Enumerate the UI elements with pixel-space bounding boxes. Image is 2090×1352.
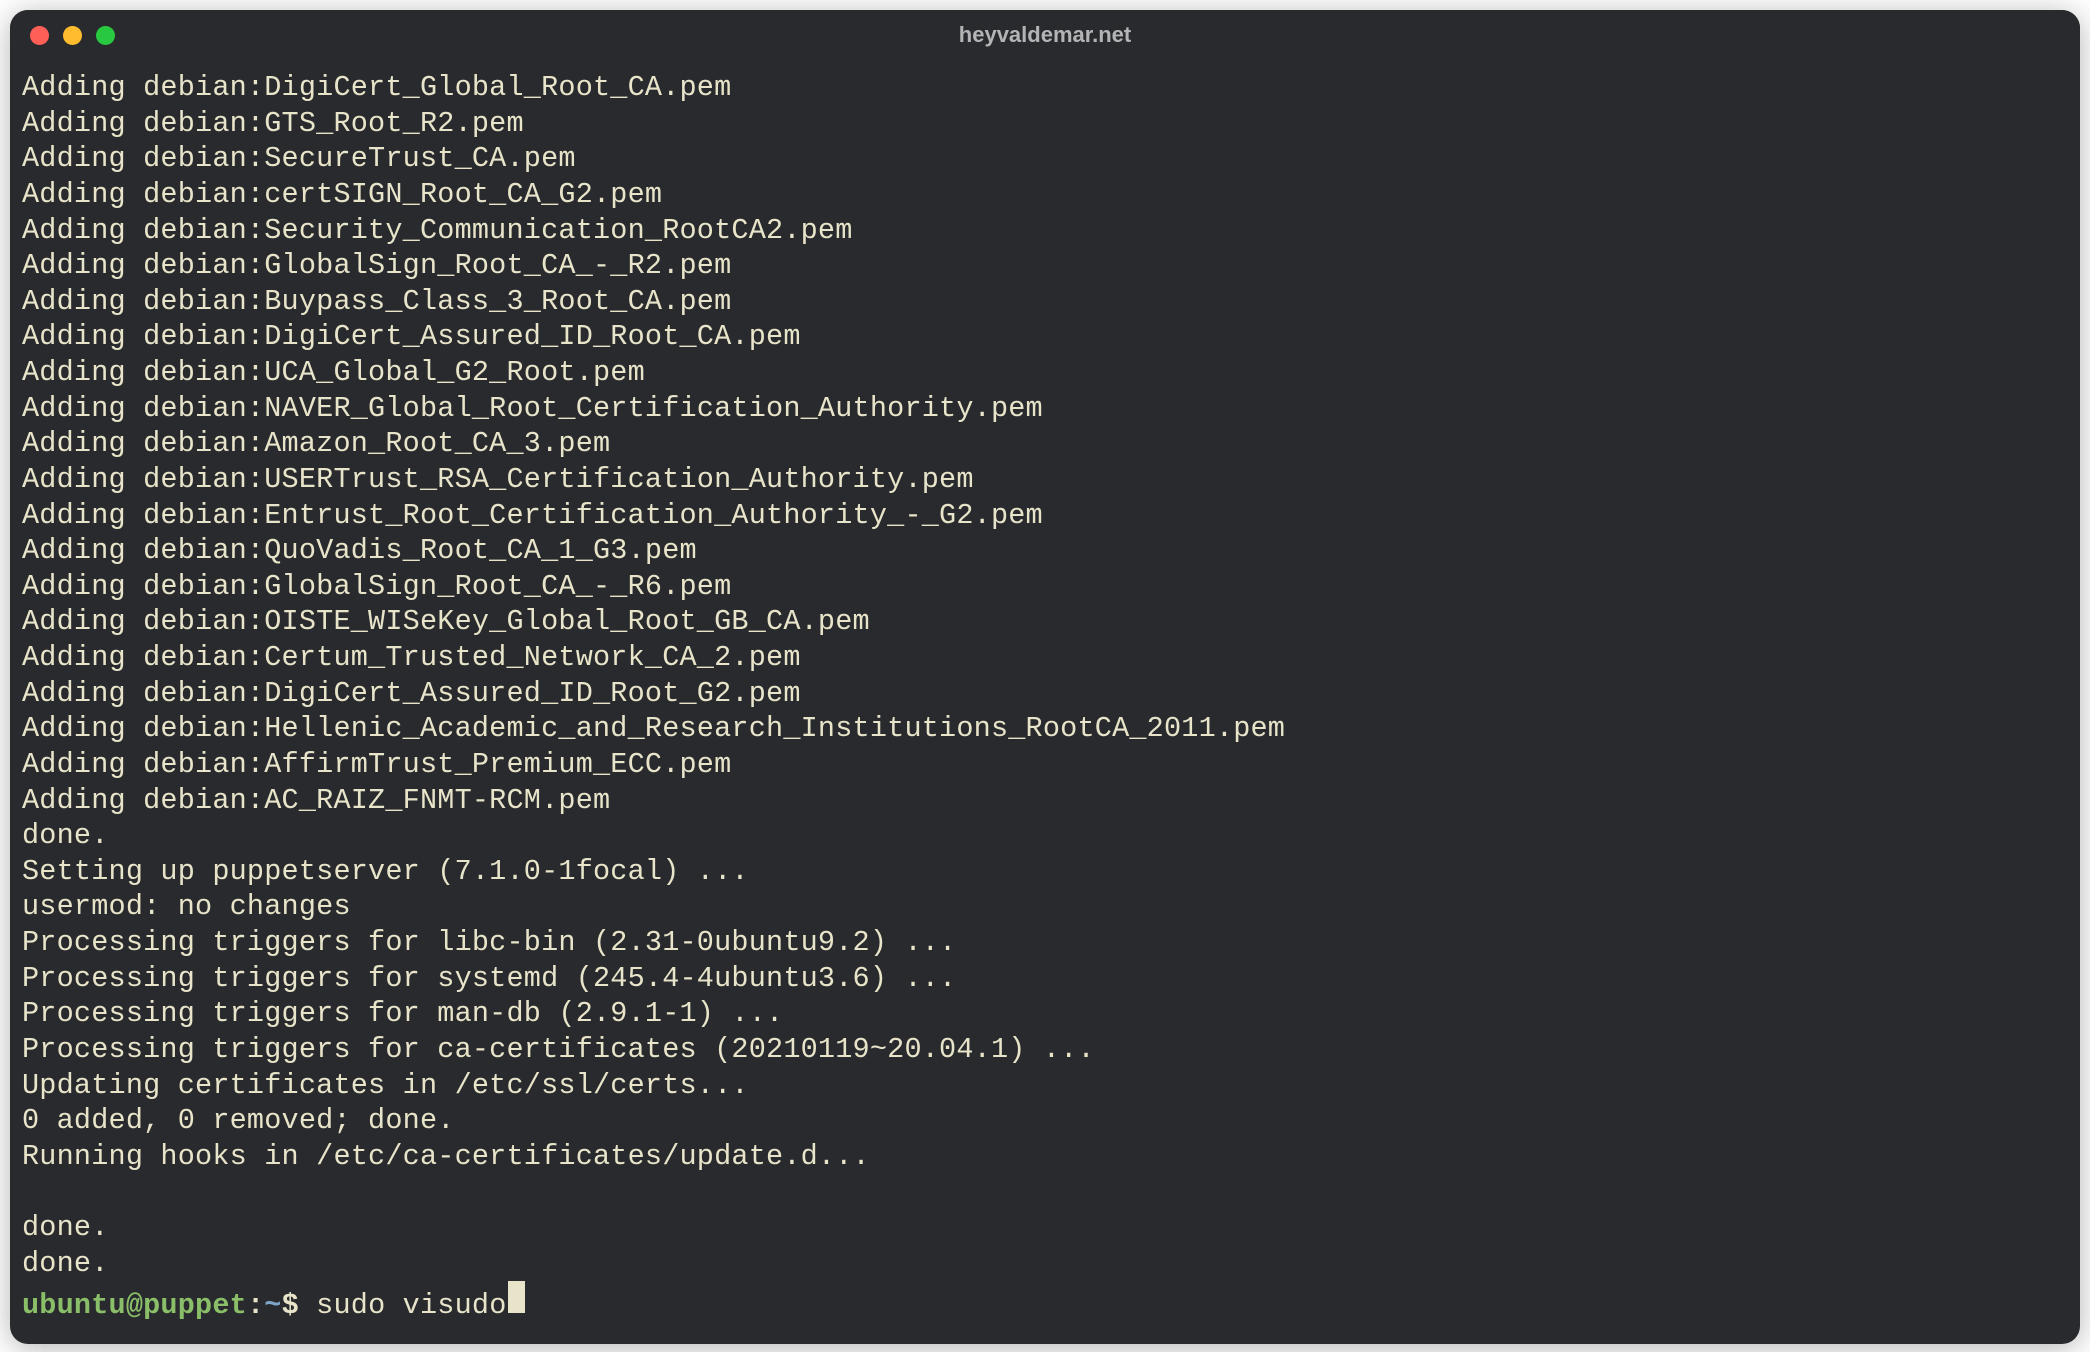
terminal-body[interactable]: Adding debian:DigiCert_Global_Root_CA.pe… — [10, 60, 2080, 1344]
output-line: Processing triggers for ca-certificates … — [22, 1032, 2068, 1068]
output-line: Processing triggers for libc-bin (2.31-0… — [22, 925, 2068, 961]
output-line: Adding debian:Security_Communication_Roo… — [22, 213, 2068, 249]
output-line: Adding debian:Entrust_Root_Certification… — [22, 498, 2068, 534]
output-line: done. — [22, 1210, 2068, 1246]
output-line — [22, 1174, 2068, 1210]
close-icon[interactable] — [30, 26, 49, 45]
output-line: Adding debian:GTS_Root_R2.pem — [22, 106, 2068, 142]
traffic-lights — [30, 26, 115, 45]
output-line: Adding debian:GlobalSign_Root_CA_-_R6.pe… — [22, 569, 2068, 605]
output-line: Adding debian:SecureTrust_CA.pem — [22, 141, 2068, 177]
window-title: heyvaldemar.net — [959, 22, 1131, 48]
output-line: done. — [22, 1246, 2068, 1282]
output-line: Adding debian:Hellenic_Academic_and_Rese… — [22, 711, 2068, 747]
terminal-window: heyvaldemar.net Adding debian:DigiCert_G… — [10, 10, 2080, 1344]
output-line: Adding debian:NAVER_Global_Root_Certific… — [22, 391, 2068, 427]
output-line: usermod: no changes — [22, 889, 2068, 925]
prompt-symbol: $ — [282, 1288, 317, 1324]
output-line: done. — [22, 818, 2068, 854]
output-line: Adding debian:USERTrust_RSA_Certificatio… — [22, 462, 2068, 498]
prompt-colon: : — [247, 1288, 264, 1324]
output-line: Running hooks in /etc/ca-certificates/up… — [22, 1139, 2068, 1175]
output-line: Adding debian:Buypass_Class_3_Root_CA.pe… — [22, 284, 2068, 320]
output-line: Processing triggers for systemd (245.4-4… — [22, 961, 2068, 997]
output-line: Adding debian:certSIGN_Root_CA_G2.pem — [22, 177, 2068, 213]
maximize-icon[interactable] — [96, 26, 115, 45]
output-line: Adding debian:GlobalSign_Root_CA_-_R2.pe… — [22, 248, 2068, 284]
output-line: Updating certificates in /etc/ssl/certs.… — [22, 1068, 2068, 1104]
minimize-icon[interactable] — [63, 26, 82, 45]
prompt-line: ubuntu@puppet:~$ sudo visudo — [22, 1281, 2068, 1324]
output-line: Adding debian:DigiCert_Assured_ID_Root_C… — [22, 319, 2068, 355]
output-line: Adding debian:DigiCert_Global_Root_CA.pe… — [22, 70, 2068, 106]
output-line: Adding debian:DigiCert_Assured_ID_Root_G… — [22, 676, 2068, 712]
cursor-icon — [508, 1281, 525, 1313]
output-line: Processing triggers for man-db (2.9.1-1)… — [22, 996, 2068, 1032]
output-line: Adding debian:OISTE_WISeKey_Global_Root_… — [22, 604, 2068, 640]
output-line: Adding debian:Amazon_Root_CA_3.pem — [22, 426, 2068, 462]
output-line: Setting up puppetserver (7.1.0-1focal) .… — [22, 854, 2068, 890]
output-line: Adding debian:Certum_Trusted_Network_CA_… — [22, 640, 2068, 676]
command-input[interactable]: sudo visudo — [316, 1288, 506, 1324]
titlebar: heyvaldemar.net — [10, 10, 2080, 60]
prompt-path: ~ — [264, 1288, 281, 1324]
output-line: 0 added, 0 removed; done. — [22, 1103, 2068, 1139]
terminal-output: Adding debian:DigiCert_Global_Root_CA.pe… — [22, 70, 2068, 1281]
output-line: Adding debian:UCA_Global_G2_Root.pem — [22, 355, 2068, 391]
prompt-user-host: ubuntu@puppet — [22, 1288, 247, 1324]
output-line: Adding debian:QuoVadis_Root_CA_1_G3.pem — [22, 533, 2068, 569]
output-line: Adding debian:AC_RAIZ_FNMT-RCM.pem — [22, 783, 2068, 819]
output-line: Adding debian:AffirmTrust_Premium_ECC.pe… — [22, 747, 2068, 783]
